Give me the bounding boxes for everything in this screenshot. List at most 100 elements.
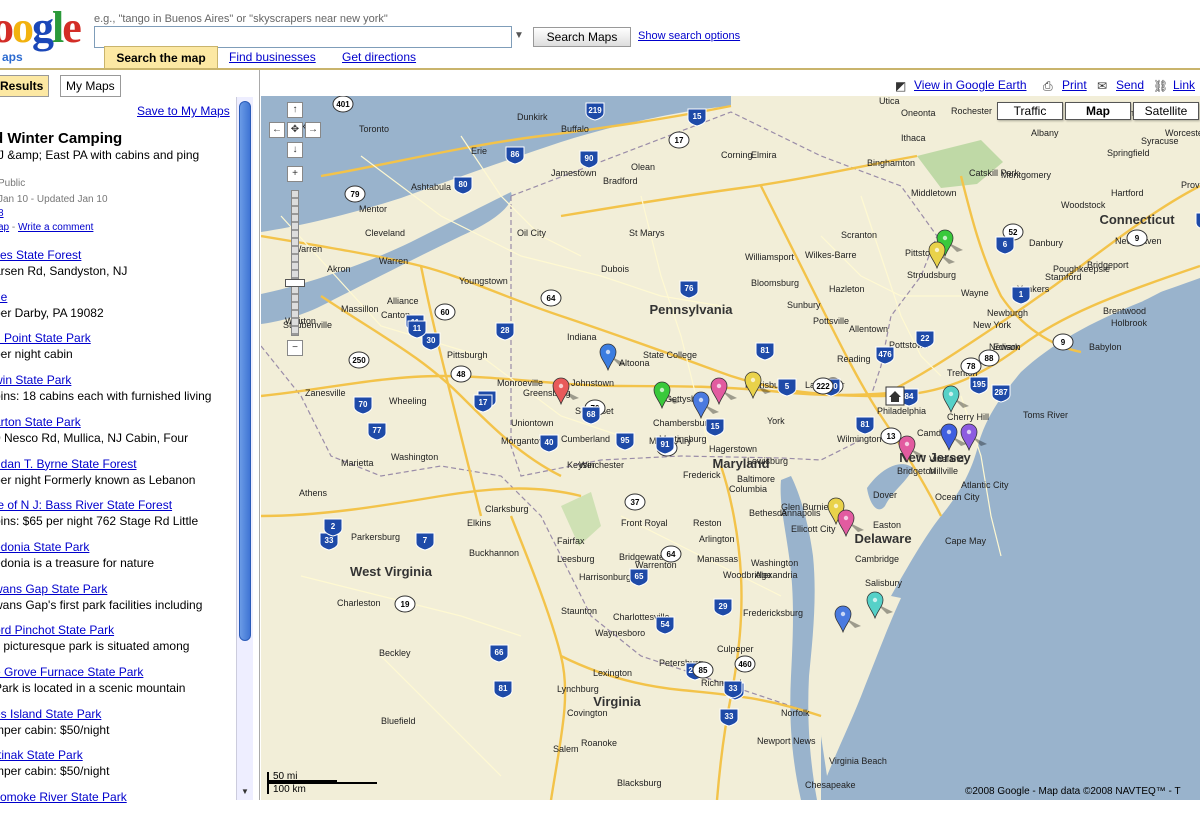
- highway-shield-label: 460: [738, 660, 752, 669]
- place-list-item[interactable]: comoke River State Park: [0, 790, 236, 832]
- place-list-item[interactable]: es Island State Park mper cabin: $50/nigh…: [0, 707, 236, 749]
- house-icon[interactable]: [885, 386, 905, 406]
- place-name-link[interactable]: n Point State Park: [0, 331, 236, 346]
- tab-find-businesses[interactable]: Find businesses: [229, 46, 316, 68]
- highway-shield: 33: [723, 680, 743, 699]
- highway-shield: 76: [679, 280, 699, 299]
- place-name-link[interactable]: win State Park: [0, 373, 236, 388]
- search-history-chevron-down-icon[interactable]: ▼: [514, 30, 524, 41]
- scale-label-km: 100 km: [273, 784, 306, 795]
- zoom-slider-handle[interactable]: [285, 279, 305, 287]
- city-label: Woodbridge: [723, 570, 771, 580]
- city-label: Dunkirk: [517, 112, 548, 122]
- highway-shield: 81: [855, 416, 875, 435]
- place-list-item[interactable]: kes State Forest arsen Rd, Sandyston, NJ: [0, 248, 236, 290]
- city-label: Akron: [327, 264, 351, 274]
- place-list-item[interactable]: ord Pinchot State Park s picturesque park…: [0, 623, 236, 665]
- sidebar-scrollbar[interactable]: ▼: [236, 97, 253, 800]
- write-comment-link[interactable]: Write a comment: [18, 222, 93, 233]
- place-list-item[interactable]: te of N J: Bass River State Forest bins: …: [0, 498, 236, 540]
- map-view-button[interactable]: Map: [1065, 102, 1131, 120]
- search-maps-button[interactable]: Search Maps: [533, 27, 631, 47]
- place-name-link[interactable]: ne: [0, 290, 236, 305]
- place-name-link[interactable]: comoke River State Park: [0, 790, 236, 805]
- map-placemark[interactable]: [710, 377, 737, 406]
- place-name-link[interactable]: es Island State Park: [0, 707, 236, 722]
- city-label: Jamestown: [551, 168, 597, 178]
- place-list-item[interactable]: n Point State Park per night cabin: [0, 331, 236, 373]
- highway-shield: 40: [539, 434, 559, 453]
- pan-left-icon[interactable]: ←: [269, 122, 285, 138]
- map-link[interactable]: ap: [0, 222, 9, 233]
- send-link[interactable]: Send: [1116, 78, 1144, 92]
- place-name-link[interactable]: wans Gap State Park: [0, 582, 236, 597]
- save-to-my-maps-link[interactable]: Save to My Maps: [137, 104, 230, 118]
- tab-my-maps[interactable]: My Maps: [60, 75, 121, 97]
- show-search-options-link[interactable]: Show search options: [638, 30, 740, 42]
- pan-reset-icon[interactable]: ✥: [287, 122, 303, 138]
- place-list-item[interactable]: rtinak State Park mper cabin: $50/night: [0, 748, 236, 790]
- pan-up-icon[interactable]: ↑: [287, 102, 303, 118]
- place-list-item[interactable]: win State Park bins: 18 cabins each with …: [0, 373, 236, 415]
- city-label: Pottsville: [813, 316, 849, 326]
- highway-shield-label: 95: [621, 436, 630, 445]
- pan-down-icon[interactable]: ↓: [287, 142, 303, 158]
- map-placemark[interactable]: [942, 385, 969, 414]
- zoom-in-icon[interactable]: +: [287, 166, 303, 182]
- place-name-link[interactable]: ord Pinchot State Park: [0, 623, 236, 638]
- search-input[interactable]: [94, 26, 512, 48]
- print-link[interactable]: Print: [1062, 78, 1087, 92]
- map-placemark[interactable]: [960, 423, 987, 452]
- city-label: Corning: [721, 150, 753, 160]
- place-list-item[interactable]: arton State Park 0 Nesco Rd, Mullica, NJ …: [0, 415, 236, 457]
- place-list-item[interactable]: e Grove Furnace State Park Park is locate…: [0, 665, 236, 707]
- place-name-link[interactable]: edonia State Park: [0, 540, 236, 555]
- highway-shield: 85: [692, 661, 714, 679]
- city-label: Stroudsburg: [907, 270, 956, 280]
- map-placemark[interactable]: [834, 605, 861, 634]
- city-label: Bluefield: [381, 716, 416, 726]
- place-list-item[interactable]: ndan T. Byrne State Forest per night Form…: [0, 457, 236, 499]
- scrollbar-thumb[interactable]: [239, 101, 251, 641]
- city-label: Indiana: [567, 332, 597, 342]
- place-description: bins: $65 per night 762 Stage Rd Little: [0, 514, 199, 529]
- highway-shield-label: 401: [336, 100, 350, 109]
- place-name-link[interactable]: rtinak State Park: [0, 748, 236, 763]
- zoom-out-icon[interactable]: −: [287, 340, 303, 356]
- highway-shield: 95: [1195, 212, 1200, 229]
- city-label: Charleston: [337, 598, 381, 608]
- place-name-link[interactable]: e Grove Furnace State Park: [0, 665, 236, 680]
- city-label: Holbrook: [1111, 318, 1148, 328]
- map-title: d Winter Camping: [0, 130, 123, 147]
- city-label: Frederick: [683, 470, 721, 480]
- google-maps-logo[interactable]: oogle: [0, 6, 82, 50]
- city-label: Covington: [567, 708, 608, 718]
- city-label: Olean: [631, 162, 655, 172]
- place-name-link[interactable]: te of N J: Bass River State Forest: [0, 498, 236, 513]
- scroll-down-arrow-icon[interactable]: ▼: [239, 787, 251, 797]
- tab-get-directions[interactable]: Get directions: [342, 46, 416, 68]
- tab-results[interactable]: Results: [0, 75, 50, 97]
- place-name-link[interactable]: ndan T. Byrne State Forest: [0, 457, 236, 472]
- traffic-button[interactable]: Traffic: [997, 102, 1063, 120]
- place-name-link[interactable]: arton State Park: [0, 415, 236, 430]
- state-label: Virginia: [593, 694, 641, 709]
- highway-shield: 15: [705, 418, 725, 437]
- view-in-google-earth-link[interactable]: View in Google Earth: [914, 78, 1027, 92]
- link-link[interactable]: Link: [1173, 78, 1195, 92]
- zoom-slider-track[interactable]: [291, 190, 299, 336]
- place-list-item[interactable]: wans Gap State Park wans Gap's first park…: [0, 582, 236, 624]
- pan-right-icon[interactable]: →: [305, 122, 321, 138]
- map-meta-link[interactable]: 8: [0, 208, 4, 219]
- map-placemark[interactable]: [866, 591, 893, 620]
- place-list-item[interactable]: edonia State Park edonia is a treasure fo…: [0, 540, 236, 582]
- place-list-item[interactable]: neper Darby, PA 19082: [0, 290, 236, 332]
- highway-shield: 66: [489, 644, 509, 663]
- city-label: Vineland: [929, 454, 964, 464]
- satellite-button[interactable]: Satellite: [1133, 102, 1199, 120]
- place-name-link[interactable]: kes State Forest: [0, 248, 236, 263]
- tab-search-the-map[interactable]: Search the map: [104, 46, 218, 68]
- highway-shield: 1: [1011, 286, 1031, 305]
- map-canvas[interactable]: Pennsylvania Maryland Delaware New Jersey Vi…: [261, 96, 1200, 800]
- highway-shield-label: 88: [985, 354, 994, 363]
